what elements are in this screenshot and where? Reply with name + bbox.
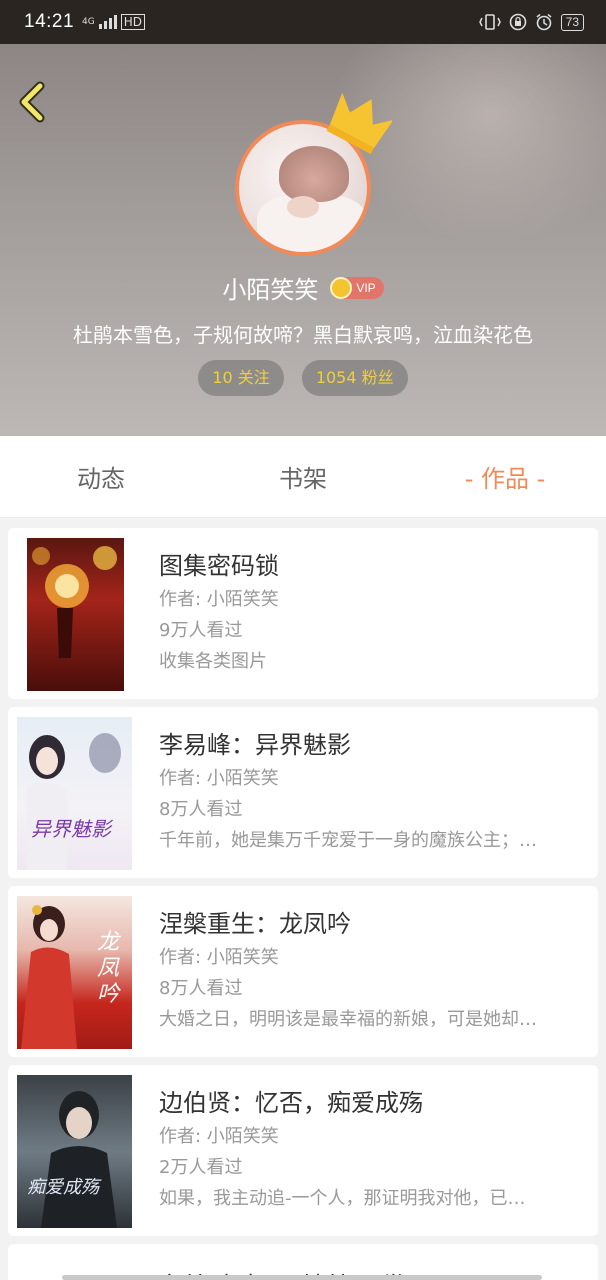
network-type: 4G: [82, 17, 95, 27]
book-cover: 龙凤吟: [17, 896, 132, 1049]
vip-label: VIP: [356, 280, 376, 295]
battery-indicator: 73: [560, 13, 584, 31]
tab-works[interactable]: - 作品 -: [404, 459, 606, 494]
back-button[interactable]: [14, 80, 54, 124]
alarm-icon: [536, 13, 552, 31]
cover-title: 异界魅影: [31, 817, 111, 841]
cover-art: [41, 1091, 117, 1228]
book-author: 作者: 小陌笑笑: [159, 1126, 279, 1147]
book-author: 作者: 小陌笑笑: [159, 589, 279, 610]
status-right-icons: 73: [478, 13, 584, 31]
status-bar: 14:21 4G HD 73: [0, 0, 606, 44]
profile-bio: 杜鹃本雪色，子规何故啼？黑白默哀鸣，泣血染花色: [73, 323, 533, 347]
hd-icon: HD: [120, 14, 146, 30]
vibrate-icon: [478, 14, 501, 30]
username: 小陌笑笑: [222, 276, 319, 304]
lock-rotation-icon: [509, 13, 526, 31]
work-card[interactable]: 异界魅影 李易峰：异界魅影 作者: 小陌笑笑 8万人看过 千年前，她是集万千宠爱…: [8, 707, 598, 878]
book-summary: 如果，我主动追-一个人，那证明我对他，已…: [159, 1188, 526, 1209]
book-cover: [27, 538, 124, 691]
work-card[interactable]: 龙凤吟 涅槃重生：龙凤吟 作者: 小陌笑笑 8万人看过 大婚之日，明明该是最幸福…: [8, 886, 598, 1057]
tab-bookshelf[interactable]: 书架: [202, 459, 404, 494]
signal-indicators: 4G HD: [82, 14, 146, 30]
work-info: 涅槃重生：龙凤吟 作者: 小陌笑笑 8万人看过 大婚之日，明明该是最幸福的新娘，…: [159, 906, 579, 1035]
book-author: 作者: 小陌笑笑: [159, 947, 279, 968]
book-title: 图集密码锁: [159, 552, 279, 580]
avatar-hand: [287, 196, 319, 218]
cover-art: [27, 733, 121, 870]
book-views: 8万人看过: [159, 799, 243, 820]
cover-art: [32, 546, 117, 658]
book-title: 涅槃重生：龙凤吟: [159, 910, 351, 938]
work-info: 边伯贤：忆否，痴爱成殇 作者: 小陌笑笑 2万人看过 如果，我主动追-一个人，那…: [159, 1085, 579, 1214]
signal-icon: [98, 15, 117, 29]
book-author: 作者: 小陌笑笑: [159, 768, 279, 789]
work-info: 图集密码锁 作者: 小陌笑笑 9万人看过 收集各类图片: [159, 548, 579, 677]
horizontal-scrollbar[interactable]: [62, 1275, 542, 1280]
book-views: 8万人看过: [159, 978, 243, 999]
chevron-left-icon: [19, 81, 45, 123]
works-list: 图集密码锁 作者: 小陌笑笑 9万人看过 收集各类图片 异界魅影 李易峰：异界魅…: [8, 528, 598, 1280]
cover-title: 龙凤吟: [97, 930, 120, 1007]
followers-button[interactable]: 1054 粉丝: [301, 360, 408, 396]
book-views: 9万人看过: [159, 620, 243, 641]
book-views: 2万人看过: [159, 1157, 243, 1178]
cover-title: 痴爱成殇: [27, 1177, 99, 1198]
profile-stats: 10 关注 1054 粉丝: [0, 360, 606, 396]
following-button[interactable]: 10 关注: [198, 360, 284, 396]
book-title: 边伯贤：忆否，痴爱成殇: [159, 1089, 423, 1117]
work-card[interactable]: 图集密码锁 作者: 小陌笑笑 9万人看过 收集各类图片: [8, 528, 598, 699]
book-title: 李易峰：异界魅影: [159, 731, 351, 759]
work-info: 李易峰：异界魅影 作者: 小陌笑笑 8万人看过 千年前，她是集万千宠爱于一身的魔…: [159, 727, 579, 856]
username-row: 小陌笑笑 VIP: [0, 270, 606, 305]
profile-tabs: 动态 书架 - 作品 -: [0, 436, 606, 518]
profile-header: 小陌笑笑 VIP 杜鹃本雪色，子规何故啼？黑白默哀鸣，泣血染花色 10 关注 1…: [0, 44, 606, 436]
avatar-hair: [279, 146, 349, 202]
status-time: 14:21: [24, 11, 75, 32]
crown-icon: [326, 92, 392, 154]
book-summary: 大婚之日，明明该是最幸福的新娘，可是她却…: [159, 1009, 537, 1030]
book-cover: 异界魅影: [17, 717, 132, 870]
book-summary: 收集各类图片: [159, 651, 267, 672]
book-summary: 千年前，她是集万千宠爱于一身的魔族公主；…: [159, 830, 537, 851]
tab-activity[interactable]: 动态: [0, 459, 202, 494]
book-cover: 痴爱成殇: [17, 1075, 132, 1228]
vip-badge[interactable]: VIP: [330, 276, 384, 299]
vip-crown-icon: [330, 276, 353, 299]
work-card[interactable]: 痴爱成殇 边伯贤：忆否，痴爱成殇 作者: 小陌笑笑 2万人看过 如果，我主动追-…: [8, 1065, 598, 1236]
